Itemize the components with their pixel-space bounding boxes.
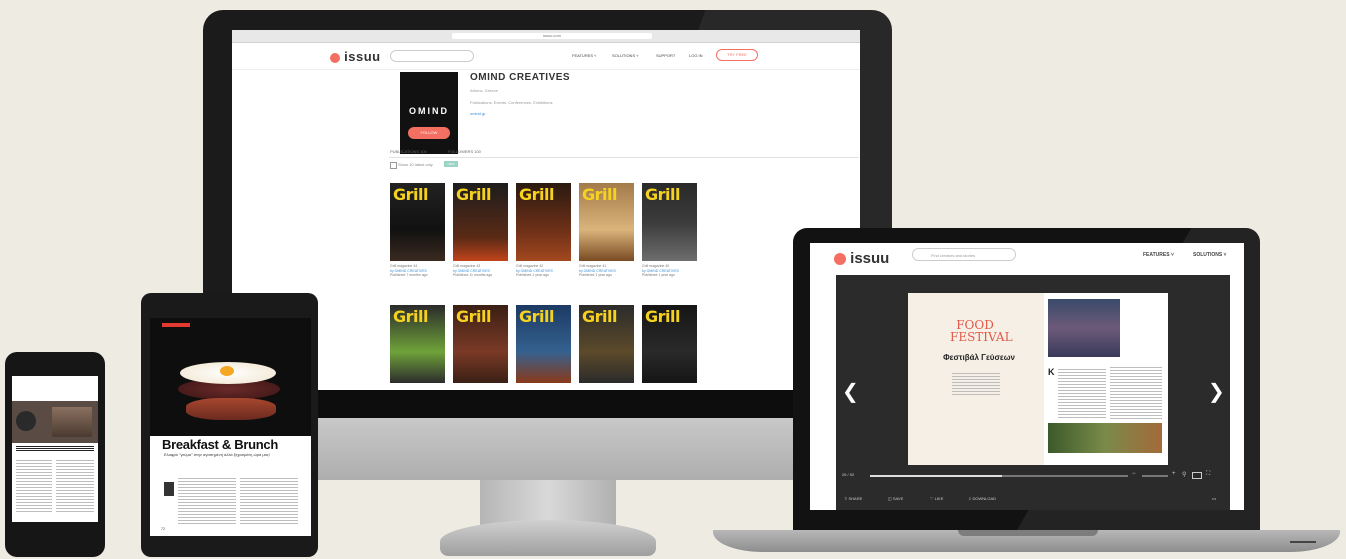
issuu-logo-icon: [834, 253, 846, 266]
phone-article-title: [16, 446, 94, 452]
follow-button[interactable]: FOLLOW: [408, 127, 450, 139]
search-input[interactable]: [390, 50, 474, 62]
page-seekbar[interactable]: [870, 475, 1128, 477]
photo-detail: [52, 407, 92, 437]
spread-left-subtitle: Φεστιβάλ Γεύσεων: [943, 353, 1015, 362]
more-options-button[interactable]: •••: [1212, 496, 1216, 501]
zoom-slider[interactable]: [1142, 475, 1168, 477]
publisher-location: Athens, Greece: [470, 88, 498, 93]
publication-cover[interactable]: Grill: [453, 305, 508, 383]
publisher-name: OMIND CREATIVES: [470, 72, 571, 83]
nav-solutions[interactable]: SOLUTIONS ˅: [612, 53, 639, 58]
single-page-icon[interactable]: [1192, 472, 1202, 479]
publisher-description: Publications, Events, Conferences, Exhib…: [470, 100, 553, 105]
nav-support[interactable]: SUPPORT: [656, 53, 675, 58]
publication-cover[interactable]: Grill: [579, 183, 634, 261]
publication-cover[interactable]: Grill: [579, 305, 634, 383]
publisher-website-link[interactable]: omind.gr: [470, 111, 486, 116]
prev-page-chevron-icon[interactable]: ❮: [842, 379, 859, 404]
tablet-screen: Breakfast & Brunch Ελαφρύ "γεύμα" στην α…: [150, 318, 311, 536]
publication-cover[interactable]: Grill: [390, 305, 445, 383]
brunch-photo: [150, 318, 311, 436]
article-thumbnail: [164, 482, 174, 496]
cover-caption: Grill magazine 42 by OMIND CREATIVES Publi…: [516, 264, 553, 277]
brand-name: issuu: [344, 49, 381, 64]
new-badge: NEW: [444, 161, 458, 167]
spread-crowd-photo: [1048, 299, 1120, 357]
filter-checkbox[interactable]: [390, 162, 397, 169]
publisher-avatar[interactable]: OMIND: [400, 72, 458, 154]
search-input[interactable]: Find creators and stories: [912, 248, 1016, 261]
tab-publications[interactable]: PUBLICATIONS 100: [390, 149, 427, 154]
laptop-screen: issuu Find creators and stories FEATURES…: [810, 243, 1244, 510]
nav-features[interactable]: FEATURES ˅: [1143, 252, 1174, 258]
spread-right-page[interactable]: Κ: [1044, 293, 1168, 465]
publication-cover[interactable]: Grill: [642, 305, 697, 383]
cover-caption: Grill magazine 41 by OMIND CREATIVES Publi…: [579, 264, 616, 277]
spread-dropcap: Κ: [1048, 367, 1055, 377]
publication-cover[interactable]: Grill: [642, 183, 697, 261]
signup-button[interactable]: TRY FREE: [716, 49, 758, 61]
zoom-out-icon[interactable]: −: [1132, 471, 1136, 477]
cover-caption: Grill magazine 43 by OMIND CREATIVES Publi…: [453, 264, 493, 277]
phone-article-photo: [12, 401, 98, 443]
phone-text-column: [16, 460, 52, 514]
phone-text-column: [56, 460, 94, 514]
tab-followers[interactable]: FOLLOWERS 100: [448, 149, 481, 154]
next-page-chevron-icon[interactable]: ❯: [1208, 379, 1225, 404]
page-number: 72: [161, 527, 165, 531]
zoom-in-icon[interactable]: +: [1172, 471, 1176, 477]
photo-meat: [186, 398, 276, 420]
issuu-logo-icon: [330, 52, 340, 63]
publication-cover[interactable]: Grill: [516, 183, 571, 261]
cover-caption: Grill magazine 40 by OMIND CREATIVES Publi…: [642, 264, 679, 277]
download-button[interactable]: ⇩ DOWNLOAD: [968, 496, 996, 501]
page-counter: 26 / 52: [842, 472, 855, 477]
laptop-notch: [958, 530, 1098, 536]
site-header: [232, 43, 860, 70]
nav-solutions[interactable]: SOLUTIONS ˅: [1193, 252, 1226, 258]
brand-name: issuu: [850, 250, 890, 267]
article-text-column: [178, 478, 236, 524]
issuu-logo[interactable]: issuu: [330, 49, 381, 64]
save-button[interactable]: ◫ SAVE: [888, 496, 903, 501]
magnify-icon[interactable]: ⚲: [1182, 471, 1186, 478]
monitor-screen: issuu.com issuu FEATURES ˅ SOLUTIONS ˅ S…: [232, 30, 860, 390]
nav-login[interactable]: LOG IN: [689, 53, 703, 58]
spread-text-block: [952, 373, 1000, 397]
spread-street-photo: [1048, 423, 1162, 453]
document-reader[interactable]: FOOD FESTIVAL Φεστιβάλ Γεύσεων Κ ❮ ❯ 26 …: [836, 275, 1230, 510]
fullscreen-icon[interactable]: ⛶: [1206, 471, 1210, 478]
like-button[interactable]: ♡ LIKE: [930, 496, 943, 501]
spread-left-page[interactable]: FOOD FESTIVAL Φεστιβάλ Γεύσεων: [908, 293, 1044, 465]
page-seekbar-progress: [870, 475, 1002, 477]
phone-screen: [12, 376, 98, 522]
monitor-stand-foot: [440, 520, 656, 556]
publication-cover[interactable]: Grill: [390, 183, 445, 261]
publication-cover[interactable]: Grill: [453, 183, 508, 261]
avatar-text: OMIND: [409, 106, 449, 116]
section-badge: [162, 323, 190, 327]
filter-label: Show 10 latest only: [398, 162, 433, 167]
article-text-column: [240, 478, 298, 524]
spread-text-block: [1110, 367, 1162, 419]
photo-yolk: [220, 366, 234, 376]
cover-caption: Grill magazine 44 by OMIND CREATIVES Publi…: [390, 264, 428, 277]
issuu-logo[interactable]: issuu: [834, 250, 889, 267]
photo-detail: [16, 411, 36, 431]
share-button[interactable]: ⇪ SHARE: [844, 496, 862, 501]
tabs-divider: [389, 157, 859, 158]
spread-text-block: [1058, 369, 1106, 419]
article-headline: Breakfast & Brunch: [162, 437, 278, 452]
article-subhead: Ελαφρύ "γεύμα" στην αγαπημένη αλλά ξεχασ…: [164, 452, 270, 457]
publication-cover[interactable]: Grill: [516, 305, 571, 383]
spread-left-title: FOOD FESTIVAL: [950, 318, 1013, 344]
laptop-indicator: [1290, 541, 1316, 543]
nav-features[interactable]: FEATURES ˅: [572, 53, 597, 58]
browser-address-bar[interactable]: issuu.com: [452, 33, 652, 39]
